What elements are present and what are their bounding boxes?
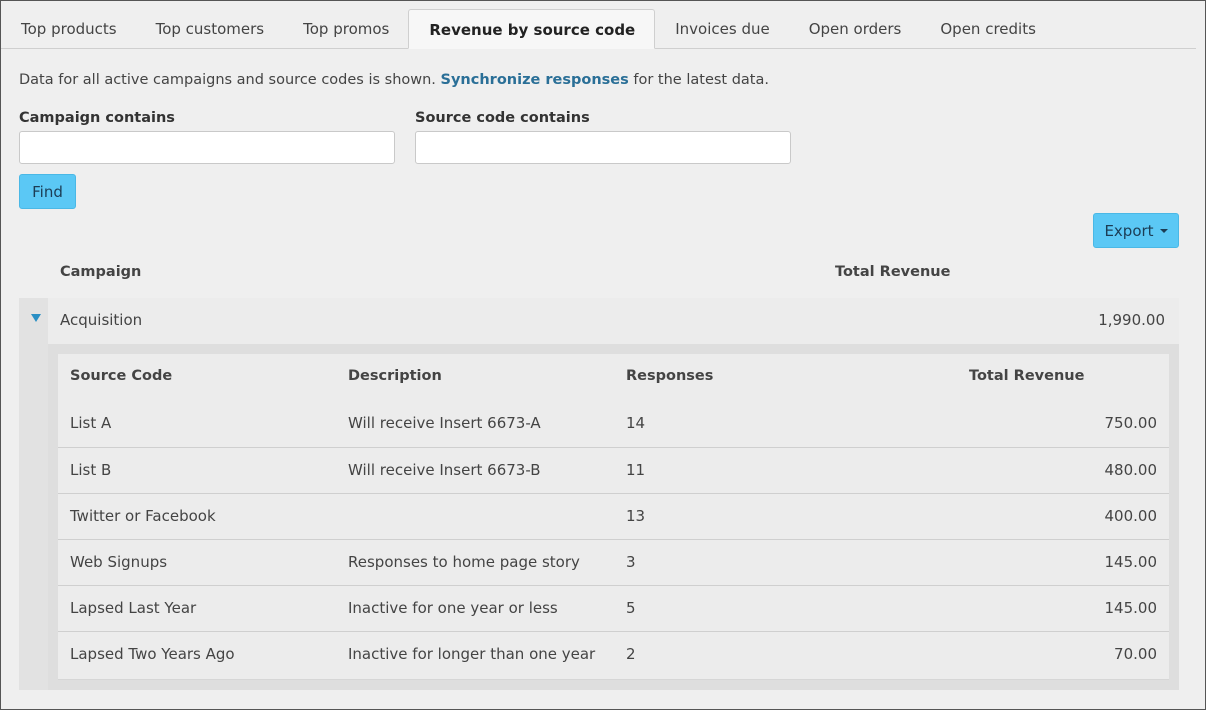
export-button-label: Export [1104, 221, 1154, 240]
table-row: Lapsed Two Years Ago Inactive for longer… [58, 631, 1169, 677]
table-row: List A Will receive Insert 6673-A 14 750… [58, 401, 1169, 447]
description-cell: Will receive Insert 6673-B [348, 461, 541, 479]
table-row: Twitter or Facebook 13 400.00 [58, 493, 1169, 539]
responses-cell: 11 [626, 461, 646, 479]
tab-revenue-by-source-code[interactable]: Revenue by source code [408, 9, 656, 49]
campaign-row[interactable] [19, 298, 1179, 344]
synchronize-responses-link[interactable]: Synchronize responses [441, 72, 629, 88]
export-button[interactable]: Export [1093, 213, 1179, 248]
total-revenue-column-header: Total Revenue [835, 264, 951, 280]
tab-open-orders[interactable]: Open orders [789, 9, 921, 49]
table-row: Web Signups Responses to home page story… [58, 539, 1169, 585]
revenue-cell: 145.00 [1104, 553, 1158, 571]
tab-bar: Top products Top customers Top promos Re… [1, 9, 1196, 49]
source-code-cell: List B [70, 461, 112, 479]
source-code-filter-label: Source code contains [415, 110, 590, 126]
detail-total-revenue-column-header: Total Revenue [969, 368, 1085, 384]
source-code-column-header: Source Code [70, 368, 173, 384]
find-button-label: Find [32, 182, 63, 201]
responses-cell: 13 [626, 507, 646, 525]
source-code-detail-table: Source Code Description Responses Total … [58, 354, 1169, 680]
table-row: List B Will receive Insert 6673-B 11 480… [58, 447, 1169, 493]
tab-open-credits[interactable]: Open credits [920, 9, 1055, 49]
revenue-cell: 480.00 [1104, 461, 1158, 479]
info-suffix: for the latest data. [628, 72, 769, 88]
source-code-filter-input[interactable] [415, 131, 791, 164]
expand-column [19, 298, 48, 690]
responses-cell: 3 [626, 553, 636, 571]
source-code-cell: Twitter or Facebook [70, 507, 216, 525]
table-row: Lapsed Last Year Inactive for one year o… [58, 585, 1169, 631]
responses-cell: 5 [626, 599, 636, 617]
revenue-cell: 145.00 [1104, 599, 1158, 617]
description-column-header: Description [348, 368, 442, 384]
revenue-cell: 400.00 [1104, 507, 1158, 525]
campaign-filter-input[interactable] [19, 131, 395, 164]
responses-cell: 2 [626, 645, 636, 663]
find-button[interactable]: Find [19, 174, 76, 209]
info-message: Data for all active campaigns and source… [19, 72, 769, 88]
responses-cell: 14 [626, 414, 646, 432]
description-cell: Will receive Insert 6673-A [348, 414, 541, 432]
source-code-cell: List A [70, 414, 112, 432]
campaign-name: Acquisition [60, 311, 143, 329]
expand-toggle-icon[interactable] [31, 314, 41, 322]
tab-top-customers[interactable]: Top customers [136, 9, 284, 49]
report-frame: Top products Top customers Top promos Re… [0, 0, 1206, 710]
tab-top-promos[interactable]: Top promos [283, 9, 408, 49]
tab-invoices-due[interactable]: Invoices due [655, 9, 788, 49]
source-code-cell: Web Signups [70, 553, 168, 571]
responses-column-header: Responses [626, 368, 714, 384]
revenue-cell: 750.00 [1104, 414, 1158, 432]
description-cell: Responses to home page story [348, 553, 580, 571]
detail-table-header: Source Code Description Responses Total … [58, 354, 1169, 401]
campaign-filter-label: Campaign contains [19, 110, 175, 126]
source-code-cell: Lapsed Last Year [70, 599, 197, 617]
campaign-total-revenue: 1,990.00 [1098, 311, 1165, 329]
tab-top-products[interactable]: Top products [1, 9, 136, 49]
revenue-cell: 70.00 [1114, 645, 1157, 663]
source-code-cell: Lapsed Two Years Ago [70, 645, 235, 663]
campaign-column-header: Campaign [60, 264, 142, 280]
description-cell: Inactive for one year or less [348, 599, 558, 617]
info-prefix: Data for all active campaigns and source… [19, 72, 441, 88]
chevron-down-icon [1159, 228, 1168, 233]
description-cell: Inactive for longer than one year [348, 645, 596, 663]
